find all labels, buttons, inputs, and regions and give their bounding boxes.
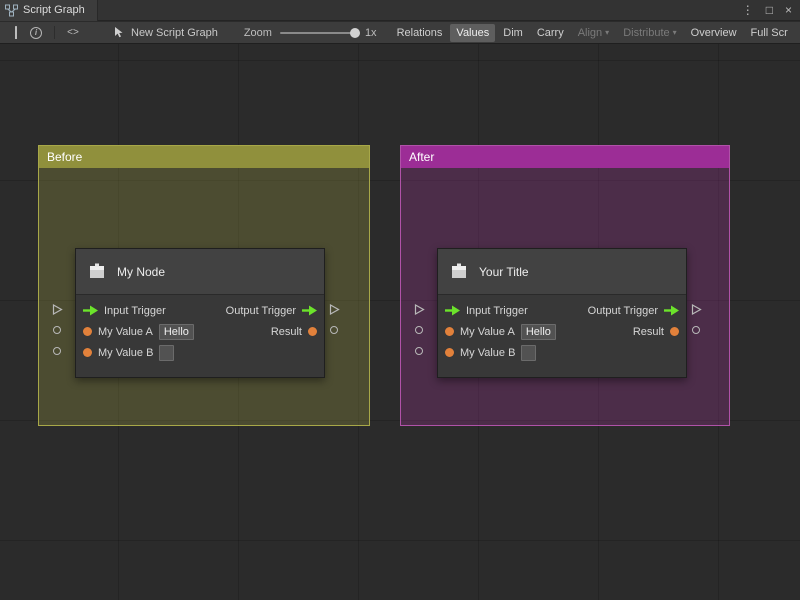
fullscreen-button[interactable]: Full Scr (745, 24, 794, 42)
node-header[interactable]: Your Title (438, 249, 686, 295)
info-icon: i (30, 27, 42, 39)
value-a-input[interactable]: Hello (521, 324, 556, 340)
port-row: My Value A Hello Result (438, 321, 686, 342)
overview-button[interactable]: Overview (685, 24, 743, 42)
ext-value-port[interactable] (415, 326, 423, 334)
tab-title: Script Graph (23, 4, 85, 16)
port-label: My Value B (98, 347, 153, 359)
zoom-label: Zoom (244, 27, 272, 39)
zoom-slider[interactable] (280, 27, 360, 39)
ext-flow-port[interactable] (52, 304, 63, 315)
script-graph-icon (5, 4, 18, 17)
port-label: My Value A (98, 326, 153, 338)
distribute-button[interactable]: Distribute ▾ (617, 24, 682, 42)
port-label: Input Trigger (104, 305, 166, 317)
node-header[interactable]: My Node (76, 249, 324, 295)
flow-port-icon[interactable] (302, 305, 317, 316)
ext-flow-port[interactable] (691, 304, 702, 315)
dim-button[interactable]: Dim (497, 24, 529, 42)
toolbar-separator (54, 26, 55, 39)
port-row: My Value B (76, 342, 324, 363)
node-my-node[interactable]: My Node Input Trigger Output Trigger (75, 248, 325, 378)
zoom-value: 1x (365, 27, 377, 39)
node-title: Your Title (479, 265, 529, 279)
node-title: My Node (117, 265, 165, 279)
ext-flow-port[interactable] (329, 304, 340, 315)
graph-canvas[interactable]: Before After My Node (0, 44, 800, 600)
value-b-input[interactable] (159, 345, 174, 361)
flow-port-icon[interactable] (664, 305, 679, 316)
port-label: Result (271, 326, 302, 338)
toolbar: i <> New Script Graph Zoom 1x Relations … (0, 22, 800, 44)
port-row: Input Trigger Output Trigger (76, 300, 324, 321)
lock-icon (15, 27, 17, 39)
info-button[interactable]: i (26, 23, 46, 43)
align-label: Align (578, 27, 602, 39)
value-port-icon[interactable] (670, 327, 679, 336)
flow-port-icon[interactable] (445, 305, 460, 316)
ext-value-port[interactable] (53, 326, 61, 334)
value-b-input[interactable] (521, 345, 536, 361)
port-row: My Value B (438, 342, 686, 363)
flow-port-icon[interactable] (83, 305, 98, 316)
group-after-header[interactable]: After (401, 146, 729, 168)
chevron-down-icon: ▾ (673, 29, 677, 37)
unit-icon (86, 261, 108, 283)
window-controls: ⋮ □ × (742, 4, 800, 16)
node-your-title[interactable]: Your Title Input Trigger Output Trigger (437, 248, 687, 378)
value-port-icon[interactable] (445, 348, 454, 357)
maximize-button[interactable]: □ (766, 4, 773, 16)
unit-icon (448, 261, 470, 283)
value-port-icon[interactable] (83, 348, 92, 357)
node-body: Input Trigger Output Trigger My Value A (76, 295, 324, 363)
window-menu-button[interactable]: ⋮ (742, 4, 754, 16)
port-label: Input Trigger (466, 305, 528, 317)
title-bar: Script Graph ⋮ □ × (0, 0, 800, 21)
port-label: Output Trigger (226, 305, 296, 317)
ext-flow-port[interactable] (414, 304, 425, 315)
group-after-label: After (409, 150, 434, 164)
ext-value-port[interactable] (330, 326, 338, 334)
relations-button[interactable]: Relations (391, 24, 449, 42)
zoom-slider-handle[interactable] (350, 28, 360, 38)
port-label: My Value B (460, 347, 515, 359)
group-before-header[interactable]: Before (39, 146, 369, 168)
ext-value-port[interactable] (53, 347, 61, 355)
values-button[interactable]: Values (450, 24, 495, 42)
value-port-icon[interactable] (445, 327, 454, 336)
code-view-button[interactable]: <> (63, 23, 83, 43)
value-a-input[interactable]: Hello (159, 324, 194, 340)
port-label: Result (633, 326, 664, 338)
ext-value-port[interactable] (692, 326, 700, 334)
ext-value-port[interactable] (415, 347, 423, 355)
group-before-label: Before (47, 150, 82, 164)
lock-button[interactable] (6, 23, 26, 43)
port-row: My Value A Hello Result (76, 321, 324, 342)
value-port-icon[interactable] (83, 327, 92, 336)
chevron-down-icon: ▾ (605, 29, 609, 37)
port-label: My Value A (460, 326, 515, 338)
carry-button[interactable]: Carry (531, 24, 570, 42)
graph-cursor-icon (113, 26, 126, 39)
port-label: Output Trigger (588, 305, 658, 317)
zoom-slider-track (280, 32, 360, 34)
node-body: Input Trigger Output Trigger My Value A (438, 295, 686, 363)
value-port-icon[interactable] (308, 327, 317, 336)
align-button[interactable]: Align ▾ (572, 24, 615, 42)
code-icon: <> (67, 27, 79, 38)
new-script-graph-label: New Script Graph (131, 27, 218, 39)
new-script-graph-button[interactable]: New Script Graph (113, 26, 218, 39)
distribute-label: Distribute (623, 27, 669, 39)
tab-script-graph[interactable]: Script Graph (0, 0, 98, 21)
port-row: Input Trigger Output Trigger (438, 300, 686, 321)
close-button[interactable]: × (785, 4, 792, 16)
